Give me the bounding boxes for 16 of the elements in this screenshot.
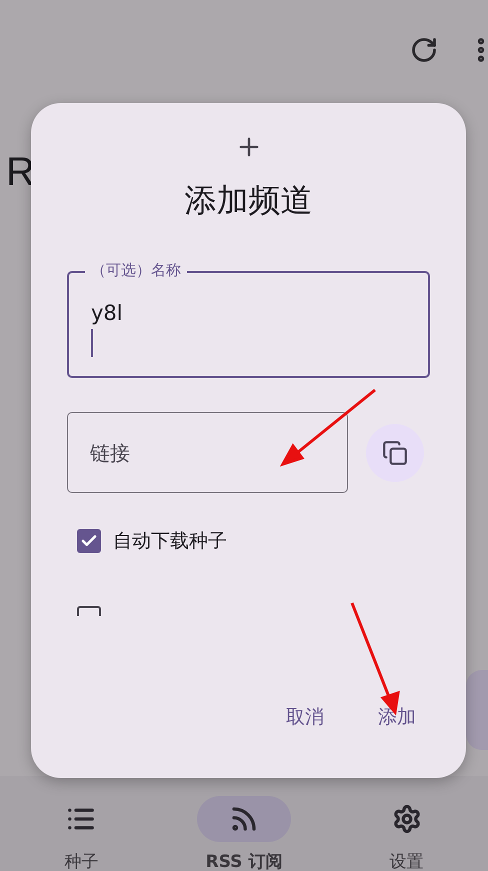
refresh-icon[interactable] [410,36,438,64]
field-value: y8l [91,300,124,327]
settings-icon [392,804,422,834]
text-cursor [91,329,93,357]
nav-item[interactable]: 设置 [346,796,467,871]
checkbox-label: 自动下载种子 [113,529,227,554]
copy-icon [382,440,408,466]
page-title: R [6,150,35,195]
nav-item[interactable]: RSS 订阅 [184,796,304,871]
link-field[interactable]: 链接 [67,412,348,493]
dialog-title: 添加频道 [184,180,312,221]
nav-item[interactable]: 种子 [21,796,142,871]
dialog-button[interactable]: 添加 [364,698,430,736]
checkbox[interactable] [77,529,101,553]
field-label: （可选）名称 [85,260,187,280]
dialog-button[interactable]: 取消 [272,698,338,736]
